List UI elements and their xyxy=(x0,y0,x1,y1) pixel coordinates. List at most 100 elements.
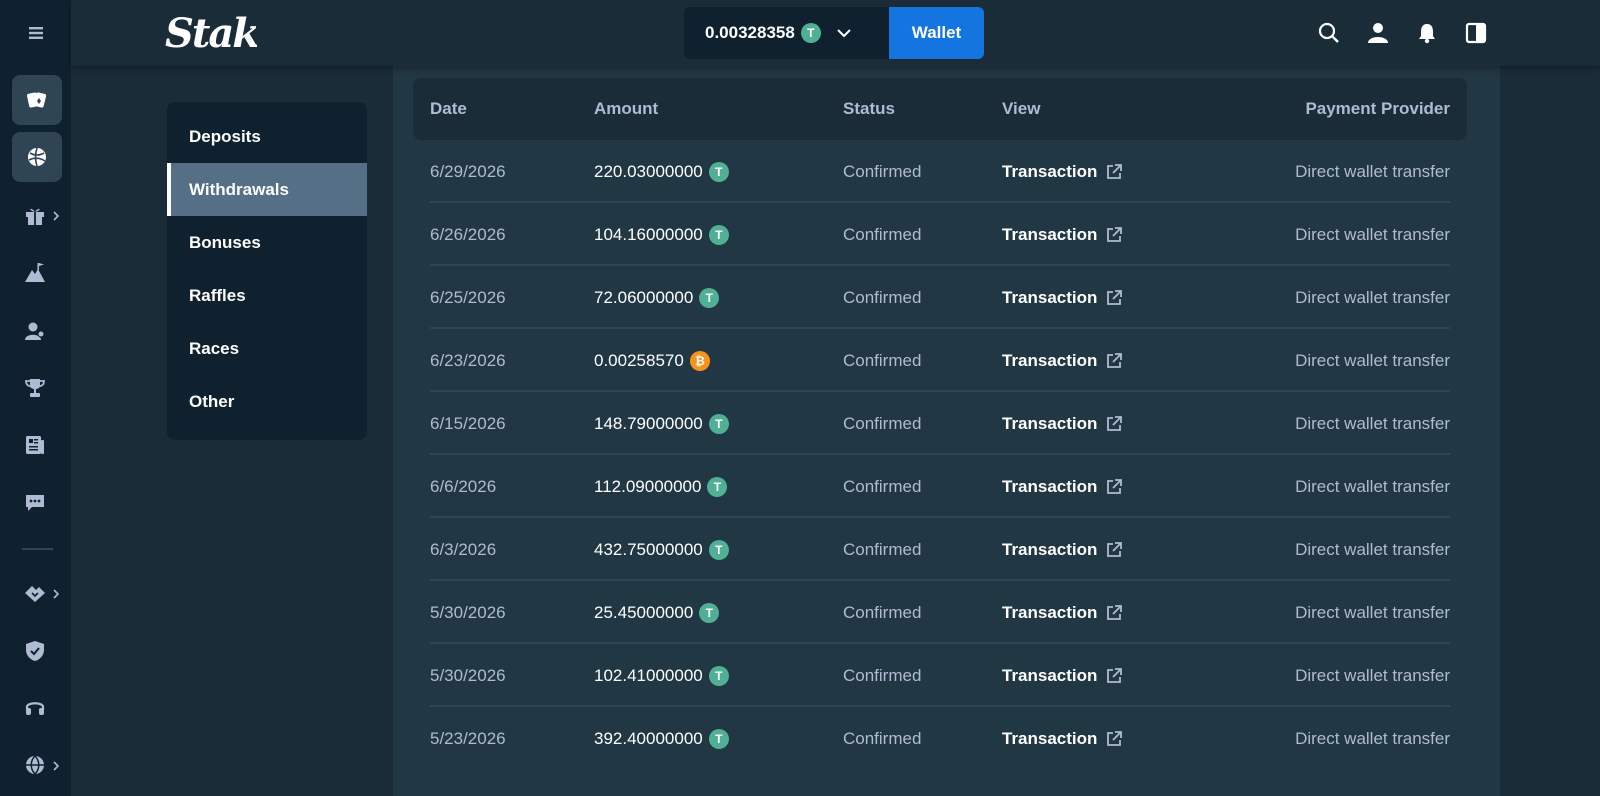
transaction-link[interactable]: Transaction xyxy=(1002,203,1123,266)
row-provider-text: Direct wallet transfer xyxy=(1295,728,1450,748)
search-button[interactable] xyxy=(1316,20,1342,46)
menu-item-races[interactable]: Races xyxy=(167,322,367,375)
forum-button[interactable] xyxy=(22,490,48,516)
row-date-text: 6/25/2026 xyxy=(430,287,506,307)
transactions-menu: Deposits Withdrawals Bonuses Raffles Rac… xyxy=(167,102,367,440)
menu-item-deposits[interactable]: Deposits xyxy=(167,110,367,163)
menu-item-bonuses[interactable]: Bonuses xyxy=(167,216,367,269)
leaderboard-button[interactable] xyxy=(22,375,48,401)
search-icon xyxy=(1318,22,1339,43)
tether-coin-icon: T xyxy=(708,413,729,434)
row-status-text: Confirmed xyxy=(843,476,922,496)
transaction-link-text: Transaction xyxy=(1002,224,1098,244)
menu-item-other[interactable]: Other xyxy=(167,375,367,428)
sports-button[interactable] xyxy=(12,132,62,182)
table-row: 6/25/2026 72.06000000 T Confirmed Transactio… xyxy=(430,266,1450,329)
challenges-button[interactable] xyxy=(22,260,48,286)
promotions-button[interactable] xyxy=(22,203,48,229)
promotions-expand-chevron[interactable] xyxy=(52,210,60,222)
tether-coin-icon: T xyxy=(707,476,728,497)
live-support-button[interactable] xyxy=(22,695,48,721)
column-header-amount: Amount xyxy=(594,99,659,118)
row-date-text: 6/6/2026 xyxy=(430,476,497,496)
withdrawals-panel: Date Amount Status View Payment Provider… xyxy=(393,66,1500,796)
transaction-link[interactable]: Transaction xyxy=(1002,581,1123,644)
row-status-text: Confirmed xyxy=(843,224,922,244)
news-icon xyxy=(26,436,44,454)
transaction-link[interactable]: Transaction xyxy=(1002,392,1123,455)
transaction-link-text: Transaction xyxy=(1002,539,1098,559)
row-amount-text: 432.75000000 xyxy=(594,539,703,559)
row-amount: 104.16000000 T xyxy=(594,203,729,266)
bell-icon xyxy=(1419,24,1435,44)
table-row: 6/15/2026 148.79000000 T Confirmed Transacti… xyxy=(430,392,1450,455)
row-status-text: Confirmed xyxy=(843,287,922,307)
transaction-link-text: Transaction xyxy=(1002,476,1098,496)
row-status: Confirmed xyxy=(843,329,921,392)
external-link-icon xyxy=(1105,415,1123,433)
row-date-text: 6/23/2026 xyxy=(430,350,506,370)
sidebar-toggle-button[interactable] xyxy=(1463,20,1489,46)
transaction-link[interactable]: Transaction xyxy=(1002,707,1123,770)
row-amount: 432.75000000 T xyxy=(594,518,729,581)
menu-item-raffles[interactable]: Raffles xyxy=(167,269,367,322)
row-provider: Direct wallet transfer xyxy=(1295,140,1450,203)
chat-icon xyxy=(26,495,44,511)
row-status: Confirmed xyxy=(843,392,921,455)
column-header-provider: Payment Provider xyxy=(1305,99,1450,118)
profile-button[interactable] xyxy=(1365,20,1391,46)
chevron-down-icon xyxy=(837,28,851,38)
row-provider-text: Direct wallet transfer xyxy=(1295,665,1450,685)
external-link-icon xyxy=(1105,352,1123,370)
transaction-link-text: Transaction xyxy=(1002,350,1098,370)
row-provider-text: Direct wallet transfer xyxy=(1295,413,1450,433)
wallet-button[interactable]: Wallet xyxy=(889,7,984,59)
row-provider: Direct wallet transfer xyxy=(1295,707,1450,770)
balance-selector[interactable]: 0.00328358 T xyxy=(684,7,889,59)
external-link-icon xyxy=(1105,163,1123,181)
row-status-text: Confirmed xyxy=(843,350,922,370)
balance-amount: 0.00328358 xyxy=(705,23,795,42)
external-link-icon xyxy=(1105,541,1123,559)
external-link-icon xyxy=(1105,730,1123,748)
row-date: 6/29/2026 xyxy=(430,140,506,203)
language-button[interactable] xyxy=(22,752,48,778)
row-date: 6/26/2026 xyxy=(430,203,506,266)
row-provider: Direct wallet transfer xyxy=(1295,203,1450,266)
menu-item-withdrawals[interactable]: Withdrawals xyxy=(167,163,367,216)
sponsorships-expand-chevron[interactable] xyxy=(52,588,60,600)
external-link-icon xyxy=(1105,226,1123,244)
row-amount-text: 112.09000000 xyxy=(594,476,702,496)
row-amount-text: 104.16000000 xyxy=(594,224,703,244)
row-date: 6/6/2026 xyxy=(430,455,496,518)
transaction-link[interactable]: Transaction xyxy=(1002,140,1123,203)
user-icon xyxy=(1368,23,1388,43)
transaction-link[interactable]: Transaction xyxy=(1002,266,1123,329)
stake-logo[interactable]: Stake xyxy=(165,9,284,57)
chevron-right-icon xyxy=(53,761,59,771)
tether-coin-icon: T xyxy=(708,224,729,245)
transaction-link[interactable]: Transaction xyxy=(1002,644,1123,707)
transaction-link[interactable]: Transaction xyxy=(1002,518,1123,581)
row-amount-text: 148.79000000 xyxy=(594,413,703,433)
row-provider-text: Direct wallet transfer xyxy=(1295,224,1450,244)
transaction-link[interactable]: Transaction xyxy=(1002,455,1123,518)
transaction-link[interactable]: Transaction xyxy=(1002,329,1123,392)
row-provider: Direct wallet transfer xyxy=(1295,329,1450,392)
affiliate-button[interactable] xyxy=(22,318,48,344)
row-date-text: 6/26/2026 xyxy=(430,224,506,244)
row-amount-text: 392.40000000 xyxy=(594,728,703,748)
row-provider-text: Direct wallet transfer xyxy=(1295,350,1450,370)
row-date: 5/30/2026 xyxy=(430,644,506,707)
tether-coin-icon: T xyxy=(800,23,821,43)
row-amount: 72.06000000 T xyxy=(594,266,720,329)
table-row: 6/29/2026 220.03000000 T Confirmed Transacti… xyxy=(430,140,1450,203)
casino-button[interactable] xyxy=(12,75,62,125)
responsible-gambling-button[interactable] xyxy=(22,638,48,664)
language-expand-chevron[interactable] xyxy=(52,760,60,772)
sponsorships-button[interactable] xyxy=(22,580,48,606)
row-status-text: Confirmed xyxy=(843,413,922,433)
notifications-button[interactable] xyxy=(1414,20,1440,46)
blog-button[interactable] xyxy=(22,432,48,458)
menu-toggle-button[interactable] xyxy=(0,0,71,66)
